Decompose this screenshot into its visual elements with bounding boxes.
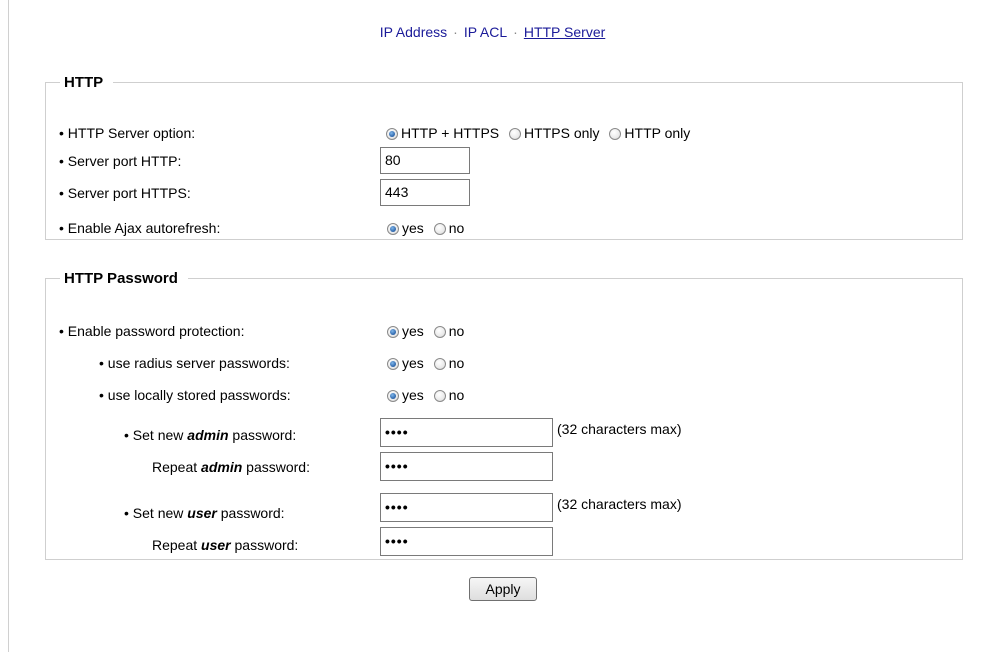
radius-yes-label: yes xyxy=(402,355,424,371)
left-border xyxy=(8,0,9,652)
radio-enable-password-yes[interactable] xyxy=(387,326,399,338)
enable-password-label: • Enable password protection: xyxy=(59,323,245,339)
radio-local-yes[interactable] xyxy=(387,390,399,402)
option-https-only-label: HTTPS only xyxy=(524,125,600,141)
user-repeat-password-label: Repeat user password: xyxy=(152,537,299,553)
radio-local-no[interactable] xyxy=(433,390,446,402)
ajax-autorefresh-label: • Enable Ajax autorefresh: xyxy=(59,220,221,236)
radio-http-only[interactable] xyxy=(609,128,622,140)
option-http-only-label: HTTP only xyxy=(624,125,691,141)
http-password-section: HTTP Password • Enable password protecti… xyxy=(45,270,963,560)
enable-password-option-yes[interactable]: yes xyxy=(387,323,424,339)
apply-button[interactable]: Apply xyxy=(469,577,537,601)
user-new-password-label: • Set new user password: xyxy=(124,505,285,521)
ajax-no-label: no xyxy=(448,220,465,236)
http-section: HTTP • HTTP Server option: HTTP + HTTPS … xyxy=(45,74,963,240)
admin-new-password-input[interactable]: •••• xyxy=(380,418,553,447)
user-new-password-input[interactable]: •••• xyxy=(380,493,553,522)
server-port-http-row: • Server port HTTP: 80 xyxy=(59,147,959,174)
option-http-https[interactable]: HTTP + HTTPS xyxy=(386,125,499,141)
ajax-option-no[interactable]: no xyxy=(433,220,465,236)
enable-password-no-label: no xyxy=(448,323,465,339)
local-yes-label: yes xyxy=(402,387,424,403)
option-https-only[interactable]: HTTPS only xyxy=(509,125,600,141)
admin-new-password-row: • Set new admin password: •••• (32 chara… xyxy=(59,418,959,447)
radius-no-label: no xyxy=(448,355,465,371)
http-server-option-row: • HTTP Server option: HTTP + HTTPS HTTPS… xyxy=(59,121,959,145)
user-new-password-row: • Set new user password: •••• (32 charac… xyxy=(59,493,959,525)
user-repeat-password-row: Repeat user password: •••• xyxy=(59,527,959,557)
radio-ajax-yes[interactable] xyxy=(387,223,399,235)
local-passwords-row: • use locally stored passwords: yes no xyxy=(59,383,959,407)
radio-radius-yes[interactable] xyxy=(387,358,399,370)
admin-repeat-password-input[interactable]: •••• xyxy=(380,452,553,481)
admin-repeat-password-row: Repeat admin password: •••• xyxy=(59,452,959,481)
top-navigation: IP Address · IP ACL · HTTP Server xyxy=(0,24,985,40)
option-http-https-label: HTTP + HTTPS xyxy=(401,125,500,141)
radius-option-yes[interactable]: yes xyxy=(387,355,424,371)
server-port-https-row: • Server port HTTPS: 443 xyxy=(59,179,959,206)
ajax-option-yes[interactable]: yes xyxy=(387,220,424,236)
nav-http-server[interactable]: HTTP Server xyxy=(524,24,605,40)
radius-passwords-group: yes no xyxy=(387,351,470,375)
radius-passwords-label: • use radius server passwords: xyxy=(99,355,290,371)
radio-ajax-no[interactable] xyxy=(433,223,446,235)
enable-password-row: • Enable password protection: yes no xyxy=(59,319,959,343)
admin-new-password-label: • Set new admin password: xyxy=(124,427,297,443)
radio-enable-password-no[interactable] xyxy=(433,326,446,338)
server-port-http-input[interactable]: 80 xyxy=(380,147,470,174)
ajax-autorefresh-group: yes no xyxy=(387,216,470,240)
server-port-http-label: • Server port HTTP: xyxy=(59,153,182,169)
radius-passwords-row: • use radius server passwords: yes no xyxy=(59,351,959,375)
enable-password-option-no[interactable]: no xyxy=(433,323,465,339)
option-http-only[interactable]: HTTP only xyxy=(609,125,690,141)
http-server-option-label: • HTTP Server option: xyxy=(59,125,196,141)
ajax-autorefresh-row: • Enable Ajax autorefresh: yes no xyxy=(59,216,959,240)
local-passwords-group: yes no xyxy=(387,383,470,407)
admin-repeat-password-label: Repeat admin password: xyxy=(152,459,310,475)
local-option-no[interactable]: no xyxy=(433,387,465,403)
radius-option-no[interactable]: no xyxy=(433,355,465,371)
local-passwords-label: • use locally stored passwords: xyxy=(99,387,291,403)
http-server-option-group: HTTP + HTTPS HTTPS only HTTP only xyxy=(386,121,696,145)
user-repeat-password-input[interactable]: •••• xyxy=(380,527,553,556)
nav-separator: · xyxy=(453,24,458,40)
radio-http-https[interactable] xyxy=(386,128,398,140)
radio-https-only[interactable] xyxy=(509,128,522,140)
enable-password-yes-label: yes xyxy=(402,323,424,339)
server-port-https-label: • Server port HTTPS: xyxy=(59,185,191,201)
nav-ip-acl[interactable]: IP ACL xyxy=(464,24,507,40)
admin-password-hint: (32 characters max) xyxy=(557,421,682,437)
radio-radius-no[interactable] xyxy=(433,358,446,370)
nav-ip-address[interactable]: IP Address xyxy=(380,24,447,40)
http-section-title: HTTP xyxy=(64,74,104,91)
local-option-yes[interactable]: yes xyxy=(387,387,424,403)
server-port-https-input[interactable]: 443 xyxy=(380,179,470,206)
nav-separator: · xyxy=(513,24,518,40)
ajax-yes-label: yes xyxy=(402,220,424,236)
enable-password-group: yes no xyxy=(387,319,470,343)
http-password-section-title: HTTP Password xyxy=(64,270,178,287)
user-password-hint: (32 characters max) xyxy=(557,496,682,512)
local-no-label: no xyxy=(448,387,465,403)
